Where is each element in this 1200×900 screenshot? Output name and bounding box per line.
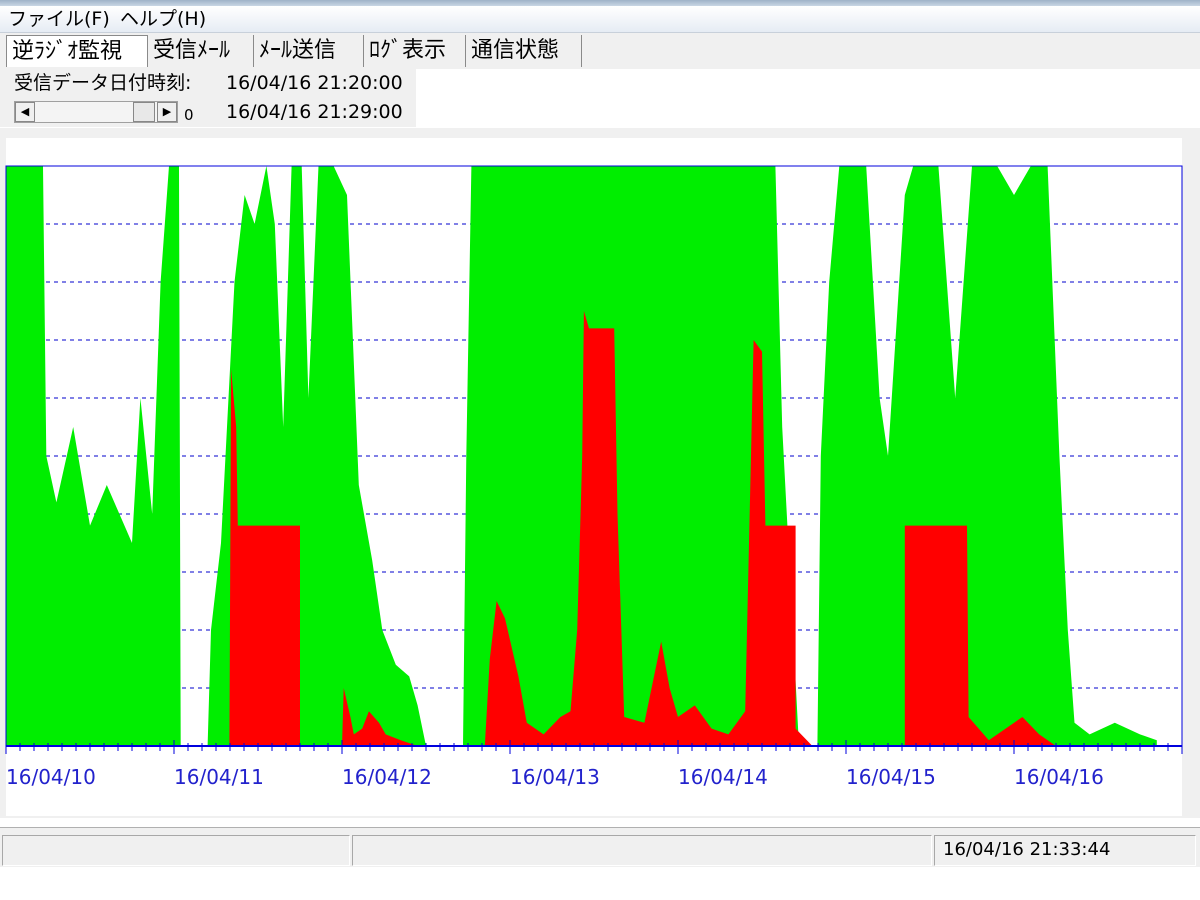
time-slider[interactable]: ◀ ▶ xyxy=(14,101,178,123)
tab-bar: 逆ﾗｼﾞｵ監視 受信ﾒｰﾙ ﾒｰﾙ送信 ﾛｸﾞ表示 通信状態 xyxy=(0,33,1200,69)
slider-time-value: 16/04/16 21:29:00 xyxy=(226,101,403,123)
x-tick-label: 16/04/12 xyxy=(342,765,432,789)
status-panel-1 xyxy=(2,835,350,866)
received-time-label: 受信データ日付時刻: xyxy=(14,72,192,94)
tab-received-mail[interactable]: 受信ﾒｰﾙ xyxy=(148,35,254,67)
slider-thumb[interactable] xyxy=(133,102,155,122)
status-bar: 16/04/16 21:33:44 xyxy=(0,827,1200,868)
menu-bar: ファイル(F) ヘルプ(H) xyxy=(0,6,1200,33)
status-panel-2 xyxy=(352,835,932,866)
x-tick-label: 16/04/15 xyxy=(846,765,936,789)
slider-left-button[interactable]: ◀ xyxy=(15,102,35,122)
status-clock: 16/04/16 21:33:44 xyxy=(943,839,1111,860)
x-tick-label: 16/04/16 xyxy=(1014,765,1104,789)
x-tick-label: 16/04/13 xyxy=(510,765,600,789)
series-layer xyxy=(6,166,1157,746)
status-panel-clock: 16/04/16 21:33:44 xyxy=(934,835,1196,866)
tab-comm-status[interactable]: 通信状態 xyxy=(466,35,582,67)
tab-log-view[interactable]: ﾛｸﾞ表示 xyxy=(364,35,466,67)
slider-right-button[interactable]: ▶ xyxy=(157,102,177,122)
x-tick-label: 16/04/14 xyxy=(678,765,768,789)
slider-value: 0 xyxy=(184,106,194,124)
menu-help[interactable]: ヘルプ(H) xyxy=(120,8,206,30)
window-bottom xyxy=(0,867,1200,900)
triangle-left-icon: ◀ xyxy=(20,105,30,118)
tab-send-mail[interactable]: ﾒｰﾙ送信 xyxy=(254,35,364,67)
triangle-right-icon: ▶ xyxy=(162,105,172,118)
menu-file[interactable]: ファイル(F) xyxy=(8,8,110,30)
x-tick-label: 16/04/10 xyxy=(6,765,96,789)
info-panel-blank xyxy=(416,69,1200,127)
tab-reverse-radio-monitor[interactable]: 逆ﾗｼﾞｵ監視 xyxy=(6,35,148,67)
x-tick-label: 16/04/11 xyxy=(174,765,264,789)
received-time-value: 16/04/16 21:20:00 xyxy=(226,72,403,94)
monitor-chart: 16/04/10 16/04/11 16/04/12 16/04/13 16/04/14… xyxy=(5,138,1183,816)
